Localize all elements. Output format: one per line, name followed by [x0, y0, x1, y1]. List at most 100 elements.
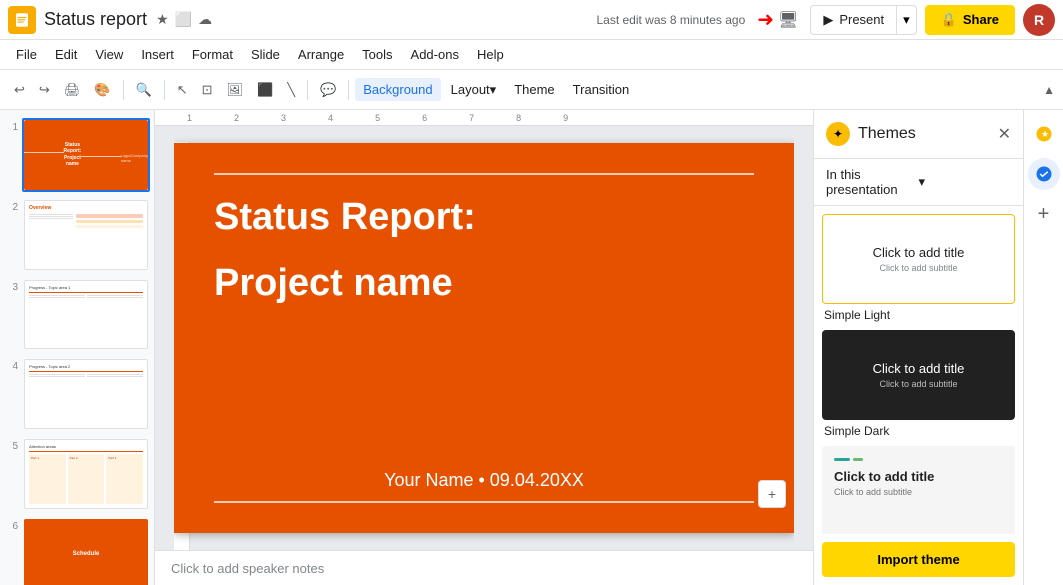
slide-preview-3[interactable]: Progress - Topic area 1: [22, 278, 150, 352]
layout-button[interactable]: Layout▾: [443, 78, 505, 102]
import-theme-button[interactable]: Import theme: [822, 542, 1015, 577]
theme-preview-streamline[interactable]: Click to add title Click to add subtitle: [822, 446, 1015, 534]
slide-preview-1[interactable]: Status Report:Project name Logo/Company …: [22, 118, 150, 192]
slide-presenter[interactable]: Your Name • 09.04.20XX: [214, 470, 754, 501]
horizontal-ruler: 1 2 3 4 5 6 7 8 9: [155, 110, 813, 126]
slide-title-block: Status Report: Project name: [214, 175, 754, 326]
themes-title: Themes: [858, 125, 998, 143]
slide-bottom-line: [214, 501, 754, 503]
menu-file[interactable]: File: [8, 44, 45, 65]
share-label: Share: [963, 12, 999, 27]
toolbar: ↩ ↪ 🖨 🎨 🔍 ↖ ⊡ 🖼 ⬛ ╲ 💬 Background Layout▾…: [0, 70, 1063, 110]
tb-image[interactable]: 🖼: [221, 78, 250, 102]
slide-preview-4[interactable]: Progress - Topic area 2: [22, 357, 150, 431]
chevron-down-icon: ▾: [919, 174, 1012, 190]
tb-paintformat[interactable]: 🎨: [88, 78, 116, 102]
right-side-icons: ★ +: [1023, 110, 1063, 585]
slide-thumb-4[interactable]: 4 Progress - Topic area 2: [4, 357, 150, 431]
tb-undo[interactable]: ↩: [8, 78, 31, 102]
themes-header: ✦ Themes ✕: [814, 110, 1023, 159]
menu-addons[interactable]: Add-ons: [403, 44, 467, 65]
lock-icon: 🔒: [941, 12, 957, 28]
theme-sub-simple-light: Click to add subtitle: [879, 263, 957, 273]
slide-preview-6[interactable]: Schedule: [22, 517, 150, 585]
menu-view[interactable]: View: [87, 44, 131, 65]
theme-preview-simple-light[interactable]: Click to add title Click to add subtitle: [822, 214, 1015, 304]
check-icon-button[interactable]: [1028, 158, 1060, 190]
tb-linedraw[interactable]: ╲: [281, 78, 301, 102]
tb-sep3: [307, 80, 308, 100]
share-button[interactable]: 🔒 Share: [925, 5, 1015, 35]
tb-comment[interactable]: 💬: [314, 78, 342, 102]
themes-content: Click to add title Click to add subtitle…: [814, 206, 1023, 534]
menu-slide[interactable]: Slide: [243, 44, 288, 65]
slide-panel: 1 Status Report:Project name Logo/Compan…: [0, 110, 155, 585]
slide-thumb-6[interactable]: 6 Schedule: [4, 517, 150, 585]
slide-num-1: 1: [4, 118, 18, 133]
tb-redo[interactable]: ↪: [33, 78, 56, 102]
slide-thumb-3[interactable]: 3 Progress - Topic area 1: [4, 278, 150, 352]
star-icon[interactable]: ★: [156, 11, 169, 28]
background-button[interactable]: Background: [355, 78, 440, 101]
slide-num-2: 2: [4, 198, 18, 213]
user-avatar[interactable]: R: [1023, 4, 1055, 36]
transition-button[interactable]: Transition: [565, 78, 638, 101]
speaker-notes-area[interactable]: Click to add speaker notes: [155, 550, 813, 585]
add-icon-button[interactable]: +: [1028, 198, 1060, 230]
tb-shapes[interactable]: ⬛: [251, 78, 279, 102]
themes-dropdown-label: In this presentation: [826, 167, 919, 197]
monitor-icon: 🖥: [778, 10, 798, 30]
slide-preview-5[interactable]: Attention areas Part 1 Part 2 Part 3: [22, 437, 150, 511]
cloud-icon[interactable]: ☁: [198, 11, 212, 28]
menu-arrange[interactable]: Arrange: [290, 44, 352, 65]
layout-label: Layout: [451, 82, 490, 97]
theme-sub-simple-dark: Click to add subtitle: [879, 379, 957, 389]
menu-help[interactable]: Help: [469, 44, 512, 65]
app-icon: [8, 6, 36, 34]
theme-title-simple-dark: Click to add title: [873, 361, 965, 376]
tb-cursor[interactable]: ↖: [171, 78, 194, 102]
canvas-wrapper: Status Report: Project name Your Name • …: [174, 126, 794, 550]
slide-num-5: 5: [4, 437, 18, 452]
slide-thumb-2[interactable]: 2 Overview: [4, 198, 150, 272]
theme-name-simple-dark: Simple Dark: [822, 424, 1015, 438]
theme-card-simple-light[interactable]: Click to add title Click to add subtitle…: [822, 214, 1015, 322]
menu-insert[interactable]: Insert: [133, 44, 182, 65]
explore-icon-button[interactable]: ★: [1028, 118, 1060, 150]
theme-card-streamline[interactable]: Click to add title Click to add subtitle…: [822, 446, 1015, 534]
main-layout: 1 Status Report:Project name Logo/Compan…: [0, 110, 1063, 585]
themes-icon: ✦: [826, 122, 850, 146]
tb-print[interactable]: 🖨: [58, 78, 87, 102]
menu-bar: File Edit View Insert Format Slide Arran…: [0, 40, 1063, 70]
slide-project-name[interactable]: Project name: [214, 261, 754, 307]
tb-textbox[interactable]: ⊡: [196, 78, 219, 102]
slide-thumb-5[interactable]: 5 Attention areas Part 1 Part 2 Part 3: [4, 437, 150, 511]
menu-edit[interactable]: Edit: [47, 44, 85, 65]
speaker-notes-text: Click to add speaker notes: [171, 561, 324, 576]
tb-zoom[interactable]: 🔍: [130, 78, 158, 102]
menu-tools[interactable]: Tools: [354, 44, 400, 65]
slide-canvas[interactable]: Status Report: Project name Your Name • …: [174, 143, 794, 533]
theme-title-simple-light: Click to add title: [873, 245, 965, 260]
slide-title[interactable]: Status Report:: [214, 195, 754, 241]
themes-dropdown[interactable]: In this presentation ▾: [814, 159, 1023, 206]
add-element-button[interactable]: +: [758, 480, 786, 508]
save-icon[interactable]: ⬜: [175, 11, 192, 28]
theme-title-streamline: Click to add title: [834, 469, 934, 484]
theme-card-simple-dark[interactable]: Click to add title Click to add subtitle…: [822, 330, 1015, 438]
themes-close-button[interactable]: ✕: [998, 124, 1011, 144]
document-title: Status report: [44, 9, 147, 30]
slide-preview-2[interactable]: Overview: [22, 198, 150, 272]
present-dropdown[interactable]: ▾: [897, 5, 917, 35]
red-arrow-annotation: ➜: [757, 7, 774, 32]
theme-button[interactable]: Theme: [506, 78, 562, 101]
slide-thumb-1[interactable]: 1 Status Report:Project name Logo/Compan…: [4, 118, 150, 192]
slide-num-3: 3: [4, 278, 18, 293]
present-button[interactable]: ▶ Present: [810, 5, 897, 35]
tb-sep1: [123, 80, 124, 100]
theme-preview-simple-dark[interactable]: Click to add title Click to add subtitle: [822, 330, 1015, 420]
toolbar-collapse[interactable]: ▲: [1043, 83, 1055, 97]
top-bar: Status report ★ ⬜ ☁ Last edit was 8 minu…: [0, 0, 1063, 40]
tb-sep4: [348, 80, 349, 100]
menu-format[interactable]: Format: [184, 44, 241, 65]
